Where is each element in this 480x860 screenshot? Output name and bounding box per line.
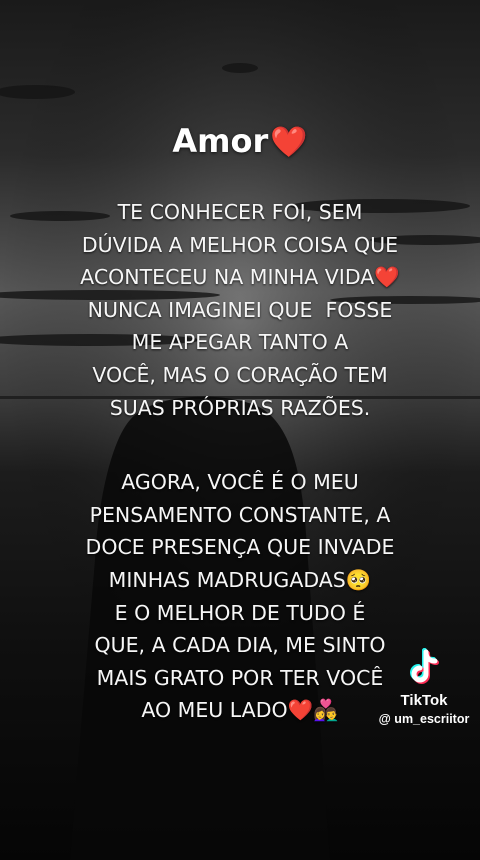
text-line: SUAS PRÓPRIAS RAZÕES. xyxy=(109,395,371,420)
text-line: ACONTECEU NA MINHA VIDA❤️ xyxy=(80,265,400,290)
tiktok-handle: @ um_escriitor xyxy=(378,712,470,726)
text-line: TE CONHECER FOI, SEM xyxy=(117,200,363,224)
text-line: NUNCA IMAGINEI QUE FOSSE xyxy=(87,297,393,322)
paragraph-1: TE CONHECER FOI, SEM DÚVIDA A MELHOR COI… xyxy=(0,196,480,424)
text-line: MINHAS MADRUGADAS🥺 xyxy=(108,567,372,592)
text-line: E O MELHOR DE TUDO É xyxy=(114,600,366,625)
text-line: DÚVIDA A MELHOR COISA QUE xyxy=(81,232,399,257)
title: Amor❤️ xyxy=(0,122,480,160)
text-line: PENSAMENTO CONSTANTE, A xyxy=(89,502,391,527)
title-text: Amor xyxy=(172,122,269,160)
text-line: ME APEGAR TANTO A xyxy=(131,330,349,355)
text-line: AGORA, VOCÊ É O MEU xyxy=(121,470,359,495)
tiktok-watermark: TikTok @ um_escriitor xyxy=(376,648,472,726)
text-line: VOCÊ, MAS O CORAÇÃO TEM xyxy=(92,362,388,387)
tiktok-note-icon xyxy=(410,648,439,684)
tiktok-brand-label: TikTok xyxy=(400,692,448,709)
text-line: DOCE PRESENÇA QUE INVADE xyxy=(85,535,395,560)
heart-emoji-icon: ❤️ xyxy=(270,125,308,160)
